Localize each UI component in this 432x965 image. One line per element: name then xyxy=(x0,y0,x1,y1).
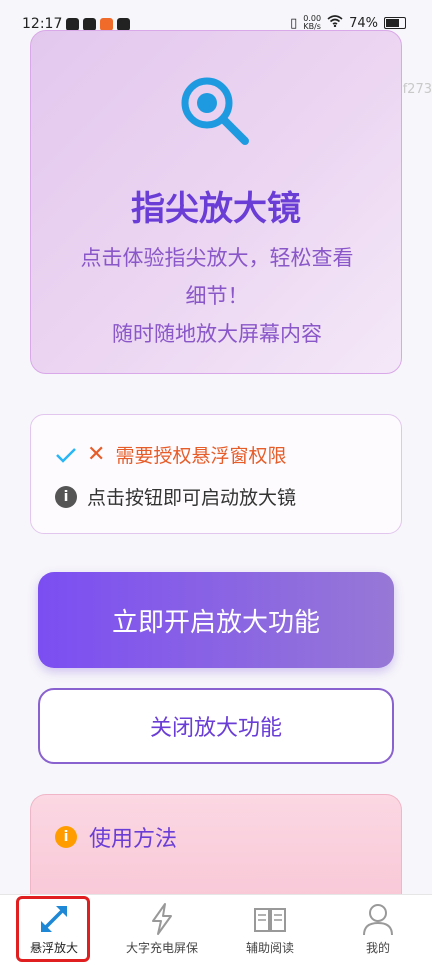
hero-card: 指尖放大镜 点击体验指尖放大，轻松查看 细节！ 随时随地放大屏幕内容 xyxy=(30,30,402,374)
person-icon xyxy=(363,904,393,936)
nav-item-profile[interactable]: 我的 xyxy=(324,895,432,965)
book-icon xyxy=(254,908,286,932)
cross-icon: ✕ xyxy=(87,441,106,467)
vibrate-icon: ▯ xyxy=(290,15,298,31)
permission-status-row: ✕ 需要授权悬浮窗权限 xyxy=(55,441,286,468)
nav-item-charging-screensaver[interactable]: 大字充电屏保 xyxy=(108,895,216,965)
permission-hint-row: i 点击按钮即可启动放大镜 xyxy=(55,483,296,510)
nav-label: 辅助阅读 xyxy=(245,941,294,955)
check-icon xyxy=(56,447,76,463)
info-icon: i xyxy=(55,826,77,848)
battery-icon xyxy=(384,17,406,29)
hero-desc-line: 随时随地放大屏幕内容 xyxy=(112,322,322,346)
nav-item-assisted-reading[interactable]: 辅助阅读 xyxy=(216,895,324,965)
enable-magnifier-button[interactable]: 立即开启放大功能 xyxy=(38,572,394,668)
status-right: ▯ 0.00 KB/s 74% xyxy=(290,15,406,31)
disable-magnifier-button[interactable]: 关闭放大功能 xyxy=(38,688,394,764)
net-speed: 0.00 KB/s xyxy=(303,15,321,31)
active-tab-highlight xyxy=(16,896,90,962)
wifi-icon xyxy=(327,15,343,31)
usage-card: i 使用方法 xyxy=(30,794,402,894)
magnifier-icon xyxy=(181,77,249,145)
permission-card: ✕ 需要授权悬浮窗权限 i 点击按钮即可启动放大镜 xyxy=(30,414,402,534)
nav-label: 我的 xyxy=(365,941,390,955)
permission-status-text: 需要授权悬浮窗权限 xyxy=(115,445,287,467)
usage-title: 使用方法 xyxy=(89,827,178,852)
hero-title: 指尖放大镜 xyxy=(131,189,301,229)
hero-description: 点击体验指尖放大，轻松查看 细节！ 随时随地放大屏幕内容 xyxy=(51,239,383,353)
battery-level: 74% xyxy=(349,15,378,31)
hero-desc-line: 细节！ xyxy=(185,284,249,308)
usage-header: i 使用方法 xyxy=(55,821,177,853)
permission-hint-text: 点击按钮即可启动放大镜 xyxy=(87,487,297,509)
hero-desc-line: 点击体验指尖放大，轻松查看 xyxy=(80,246,354,270)
info-icon: i xyxy=(55,485,77,508)
nav-label: 大字充电屏保 xyxy=(125,941,198,955)
lightning-icon xyxy=(152,903,172,935)
